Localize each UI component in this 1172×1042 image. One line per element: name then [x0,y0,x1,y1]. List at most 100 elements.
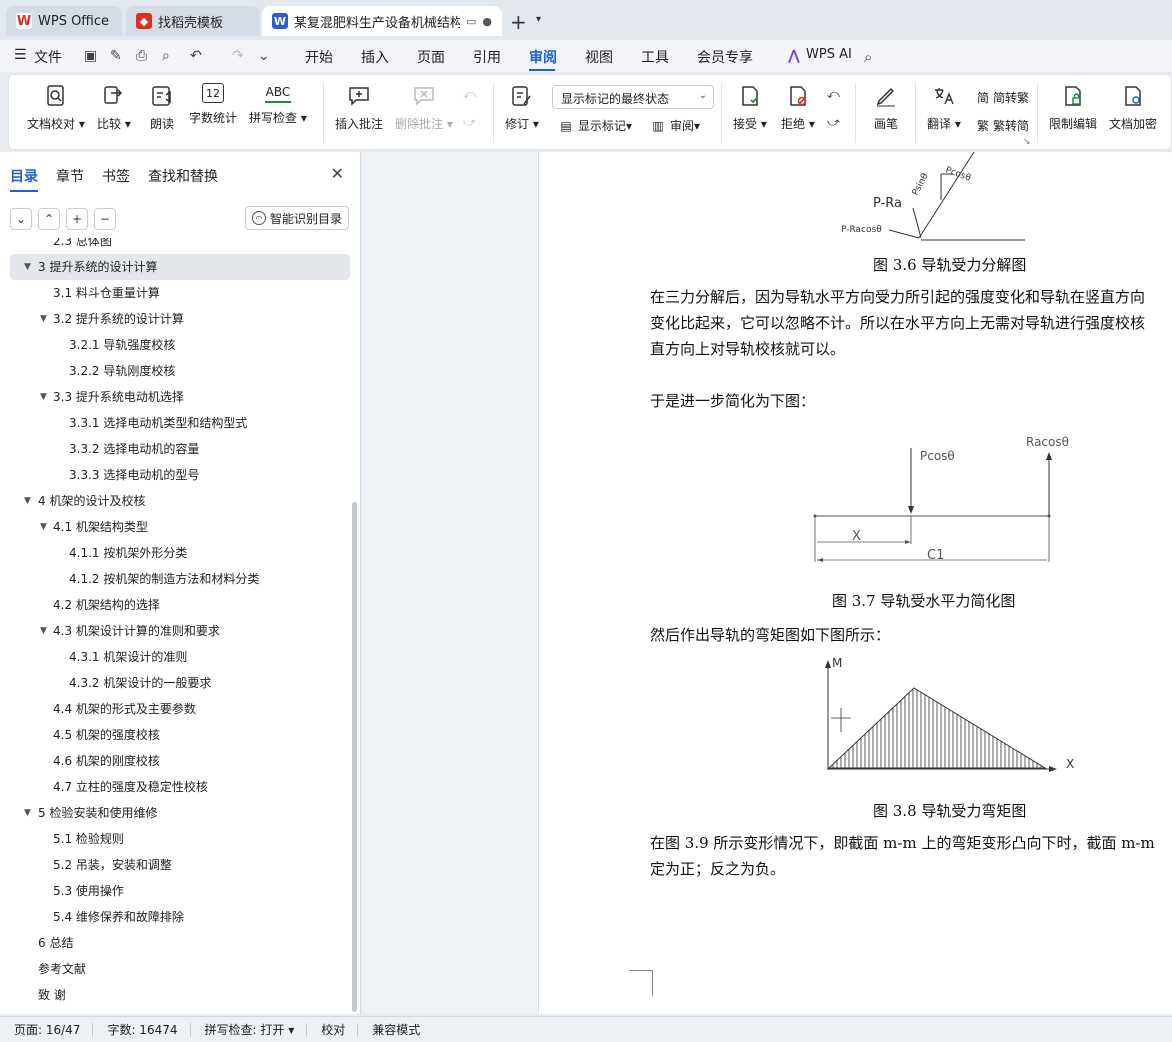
reject-button[interactable]: 拒绝 ▾ [781,83,815,132]
document-page[interactable]: P-Ra P-Racosθ Psinθ Pcosθ 图 3.6 导轨受力分解图 … [538,152,1172,1014]
menu-view[interactable]: 视图 [585,47,613,67]
save-icon[interactable]: ▣ [84,48,97,64]
toc-item[interactable]: 4.6 机架的刚度校核 [10,748,350,774]
undo-icon[interactable]: ↶ [190,48,202,64]
hamburger-icon[interactable]: ☰ [14,47,27,63]
toc-item[interactable]: ▼ 4.3 机架设计计算的准则和要求 [10,618,350,644]
toc-item[interactable]: 3.1 料斗仓重量计算 [10,280,350,306]
proof-status[interactable]: 校对 [321,1021,345,1038]
page-indicator[interactable]: 页面: 16/47 [14,1021,80,1038]
toc-item[interactable]: 3.3.1 选择电动机类型和结构型式 [10,410,350,436]
expand-arrow-icon[interactable]: ▼ [40,618,47,644]
menu-file[interactable]: 文件 [34,47,62,67]
toc-item[interactable]: 5.3 使用操作 [10,878,350,904]
menu-insert[interactable]: 插入 [361,47,389,67]
previous-comment-icon[interactable]: ⤺ [463,87,476,102]
previous-change-icon[interactable]: ⤺ [827,87,840,102]
toc-item[interactable]: 3.3.3 选择电动机的型号 [10,462,350,488]
tab-wps-office[interactable]: W WPS Office [6,6,122,36]
spell-check-status[interactable]: 拼写检查: 打开 ▾ [205,1021,295,1038]
wps-ai-icon[interactable]: ⋀ [788,48,800,64]
window-icon[interactable]: ▭ [466,15,476,28]
add-heading-icon[interactable]: + [66,208,88,230]
next-change-icon[interactable]: ⤻ [827,115,840,130]
tab-find-replace[interactable]: 查找和替换 [148,166,218,192]
compare-button[interactable]: 比较 ▾ [97,83,131,132]
show-markup-button[interactable]: ▤ 显示标记 ▾ [558,117,632,134]
print-preview-icon[interactable]: ⌕ [162,48,170,64]
doc-check-button[interactable]: 文档校对 ▾ [27,83,85,132]
expand-arrow-icon[interactable]: ▼ [40,514,47,540]
expand-all-icon[interactable]: ⌄ [10,208,32,230]
more-chevron-icon[interactable]: ⌄ [258,48,270,64]
encrypt-button[interactable]: 文档加密 [1109,83,1157,132]
format-painter-icon[interactable]: ✎ [110,48,122,64]
remove-heading-icon[interactable]: − [94,208,116,230]
toc-item[interactable]: 3.3.2 选择电动机的容量 [10,436,350,462]
review-pane-button[interactable]: ▥ 审阅 ▾ [650,117,700,134]
sidebar-scrollbar[interactable] [352,502,357,1012]
toc-item[interactable]: ▼ 4.1 机架结构类型 [10,514,350,540]
insert-comment-button[interactable]: 插入批注 [335,83,383,132]
tab-template[interactable]: ◆ 找稻壳模板 [126,6,260,36]
accept-button[interactable]: 接受 ▾ [733,83,767,132]
toc-item[interactable]: 5.1 检验规则 [10,826,350,852]
markup-state-select[interactable]: 显示标记的最终状态 ⌄ [552,85,714,109]
read-aloud-button[interactable]: 朗读 [149,83,175,132]
toc-item[interactable]: 4.1.1 按机架外形分类 [10,540,350,566]
translate-button[interactable]: 翻译 ▾ [927,83,961,132]
menu-tools[interactable]: 工具 [641,47,669,67]
menu-wps-ai[interactable]: WPS AI [806,47,852,62]
tab-toc[interactable]: 目录 [10,166,38,192]
toc-item[interactable]: ▼ 3.3 提升系统电动机选择 [10,384,350,410]
close-icon[interactable]: ✕ [331,164,344,183]
tab-chapter[interactable]: 章节 [56,166,84,192]
menu-member[interactable]: 会员专享 [697,47,753,67]
toc-item[interactable]: ▼ 3 提升系统的设计计算 [10,254,350,280]
print-icon[interactable]: ⎙ [136,48,147,64]
toc-item[interactable]: 6 总结 [10,930,350,956]
new-tab-icon[interactable]: + [510,10,527,34]
toc-item[interactable]: 4.3.2 机架设计的一般要求 [10,670,350,696]
toc-item[interactable]: ▼ 5 检验安装和使用维修 [10,800,350,826]
track-changes-button[interactable]: 修订 ▾ [505,83,539,132]
expand-arrow-icon[interactable]: ▼ [24,488,31,514]
menu-home[interactable]: 开始 [305,47,333,67]
toc-item[interactable]: 致 谢 [10,982,350,1008]
toc-item[interactable]: ▼ 3.2 提升系统的设计计算 [10,306,350,332]
toc-item[interactable]: 5.4 维修保养和故障排除 [10,904,350,930]
toc-item[interactable]: 3.2.1 导轨强度校核 [10,332,350,358]
expand-arrow-icon[interactable]: ▼ [40,384,47,410]
unsaved-dot-icon[interactable]: ● [482,15,492,28]
menu-reference[interactable]: 引用 [473,47,501,67]
toc-item[interactable]: 4.3.1 机架设计的准则 [10,644,350,670]
tab-bookmark[interactable]: 书签 [102,166,130,192]
toc-item[interactable]: 4.5 机架的强度校核 [10,722,350,748]
tab-document[interactable]: W 某复混肥料生产设备机械结构 ▭ ● [262,6,502,36]
word-count-button[interactable]: 12 字数统计 [189,83,237,126]
restrict-edit-button[interactable]: 限制编辑 [1049,83,1097,132]
delete-comment-button[interactable]: 删除批注 ▾ [395,83,453,132]
ribbon-expand-icon[interactable]: ↘ [1023,137,1031,147]
toc-item[interactable]: 3.2.2 导轨刚度校核 [10,358,350,384]
toc-item[interactable]: 4.7 立柱的强度及稳定性校核 [10,774,350,800]
expand-arrow-icon[interactable]: ▼ [24,254,31,280]
chevron-down-icon[interactable]: ▾ [536,14,541,25]
expand-arrow-icon[interactable]: ▼ [24,800,31,826]
spell-check-button[interactable]: ABC 拼写检查 ▾ [249,83,307,126]
to-traditional-button[interactable]: 简简转繁 [975,89,1029,106]
toc-item[interactable]: 2.3 总体图 [10,238,350,254]
toc-item[interactable]: 4.2 机架结构的选择 [10,592,350,618]
toc-item[interactable]: ▼ 4 机架的设计及校核 [10,488,350,514]
redo-icon[interactable]: ↷ [232,48,244,64]
toc-item[interactable]: 5.2 吊装，安装和调整 [10,852,350,878]
next-comment-icon[interactable]: ⤻ [463,115,476,130]
toc-item[interactable]: 4.1.2 按机架的制造方法和材料分类 [10,566,350,592]
collapse-all-icon[interactable]: ⌃ [38,208,60,230]
expand-arrow-icon[interactable]: ▼ [40,306,47,332]
pen-button[interactable]: 画笔 [873,83,899,132]
smart-toc-button[interactable]: ◠ 智能识别目录 [245,206,349,230]
to-simplified-button[interactable]: 繁繁转简 [975,117,1029,134]
menu-page[interactable]: 页面 [417,47,445,67]
menu-review[interactable]: 审阅 [529,47,557,67]
